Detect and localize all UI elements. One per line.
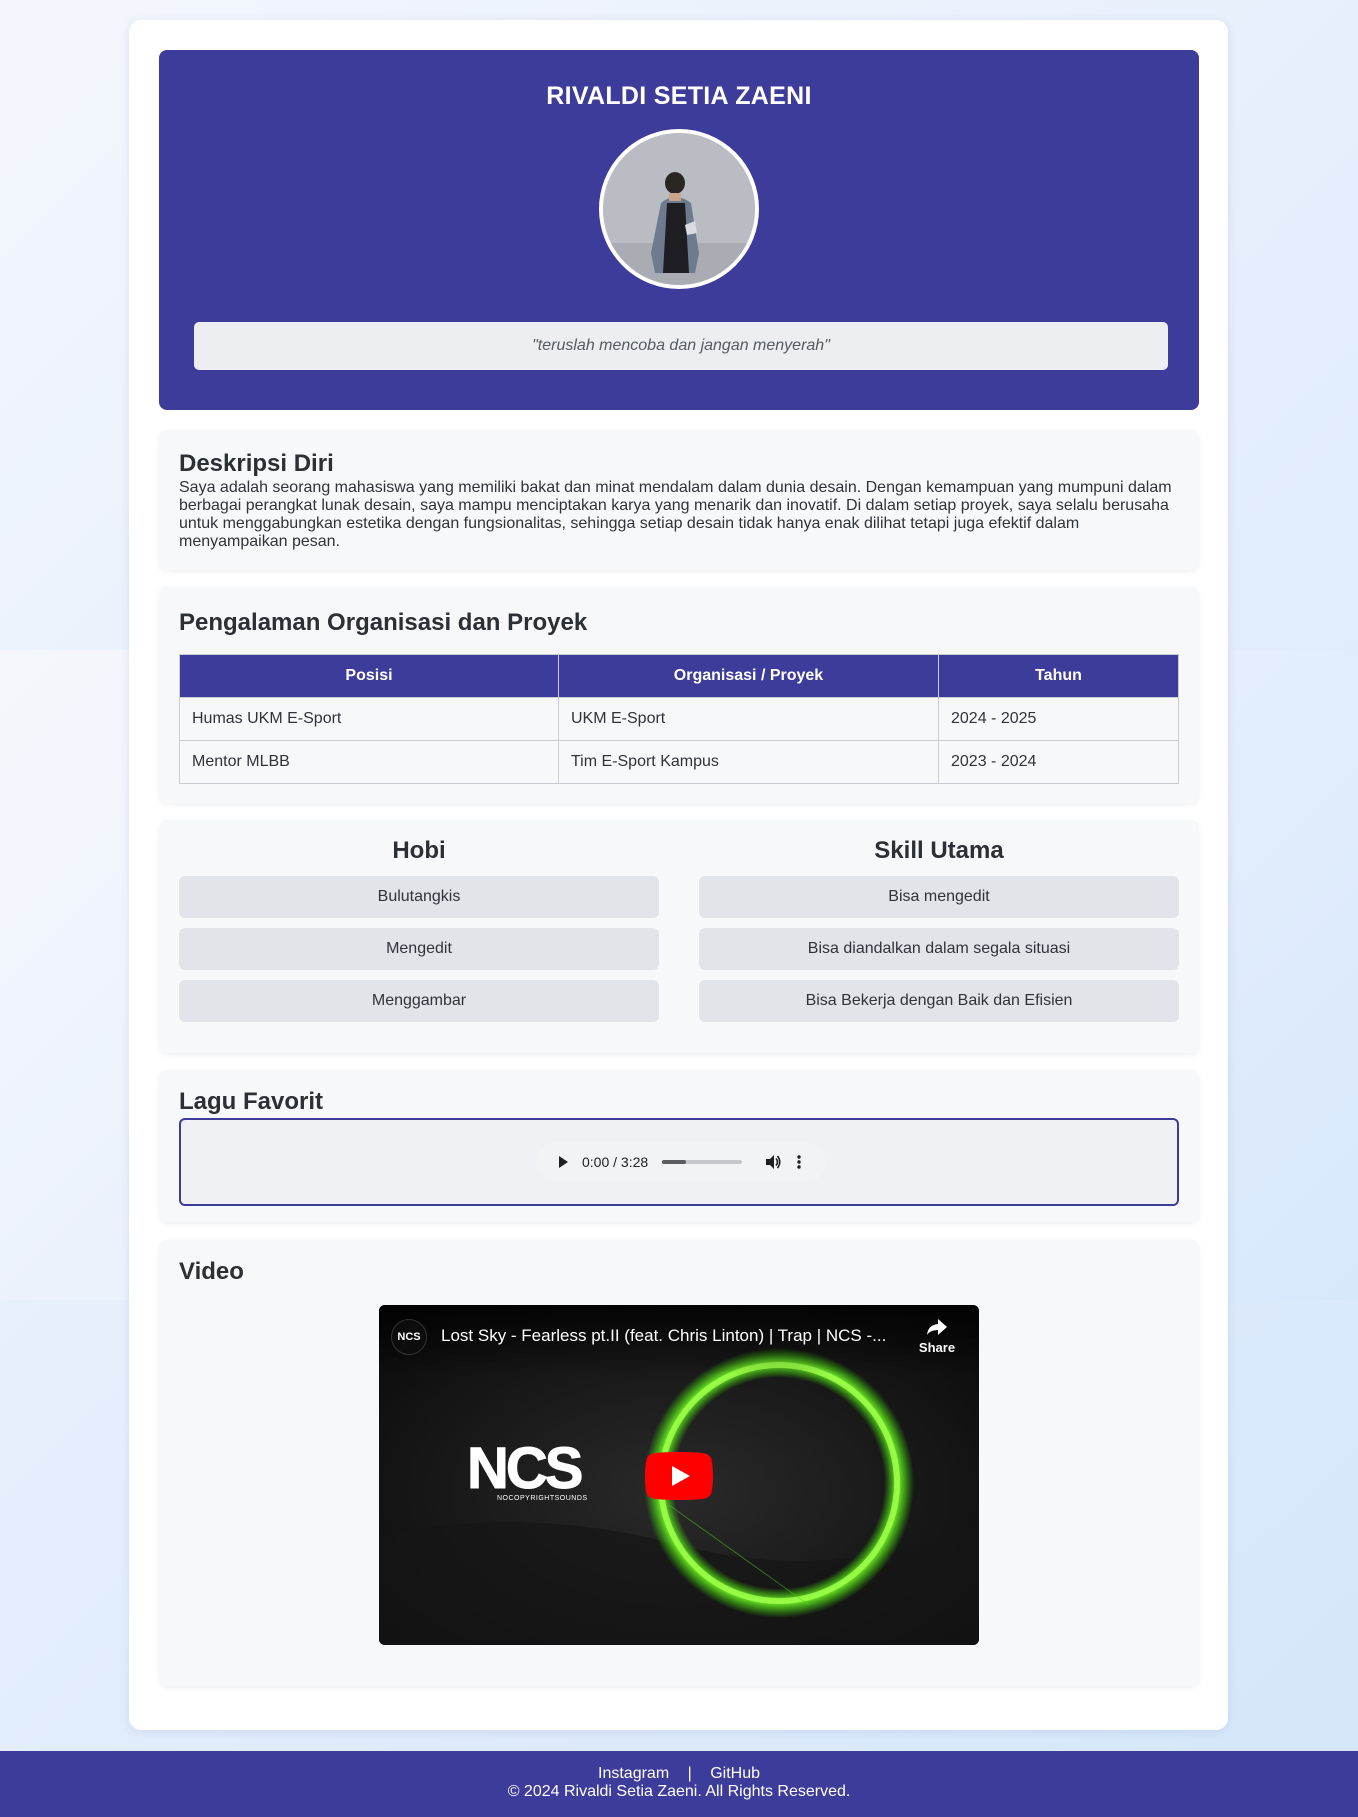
description-text: Saya adalah seorang mahasiswa yang memil…: [179, 479, 1172, 550]
github-link[interactable]: GitHub: [710, 1765, 760, 1782]
audio-player[interactable]: 0:00 / 3:28: [536, 1142, 826, 1182]
hobbies-column: Hobi Bulutangkis Mengedit Menggambar: [179, 837, 659, 1032]
profile-name: RIVALDI SETIA ZAENI: [546, 82, 812, 110]
table-cell: UKM E-Sport: [558, 697, 939, 741]
experience-section: Pengalaman Organisasi dan Proyek Posisi …: [159, 587, 1199, 803]
table-cell: Mentor MLBB: [179, 740, 559, 784]
quote: "teruslah mencoba dan jangan menyerah": [194, 322, 1168, 370]
video-section: Video NCS Lost Sky - Fearless pt.II (fea…: [159, 1240, 1199, 1686]
share-label: Share: [918, 1340, 956, 1355]
table-header-organization: Organisasi / Proyek: [558, 654, 939, 698]
play-icon[interactable]: [556, 1155, 570, 1169]
hobbies-title: Hobi: [392, 837, 446, 864]
video-embed-title[interactable]: Lost Sky - Fearless pt.II (feat. Chris L…: [441, 1326, 911, 1346]
skill-item: Bisa diandalkan dalam segala situasi: [699, 928, 1179, 970]
table-cell: 2023 - 2024: [938, 740, 1179, 784]
footer: Instagram | GitHub © 2024 Rivaldi Setia …: [0, 1751, 1358, 1817]
footer-links: Instagram | GitHub: [0, 1751, 1358, 1783]
table-header-position: Posisi: [179, 654, 559, 698]
more-options-icon[interactable]: [796, 1154, 802, 1170]
description-section: Deskripsi Diri Saya adalah seorang mahas…: [159, 430, 1199, 570]
experience-title: Pengalaman Organisasi dan Proyek: [179, 609, 588, 636]
audio-container: 0:00 / 3:28: [179, 1118, 1179, 1206]
table-cell: Tim E-Sport Kampus: [558, 740, 939, 784]
footer-separator: |: [687, 1765, 692, 1782]
profile-header: RIVALDI SETIA ZAENI "teruslah mencoba da…: [159, 50, 1199, 410]
audio-time: 0:00 / 3:28: [582, 1154, 649, 1170]
audio-progress-fill: [662, 1160, 687, 1164]
skills-column: Skill Utama Bisa mengedit Bisa diandalka…: [699, 837, 1179, 1032]
youtube-play-icon[interactable]: [645, 1452, 713, 1500]
ncs-logo-subtext: NOCOPYRIGHTSOUNDS: [497, 1495, 588, 1502]
copyright: © 2024 Rivaldi Setia Zaeni. All Rights R…: [507, 1783, 851, 1800]
instagram-link[interactable]: Instagram: [598, 1765, 669, 1782]
avatar-photo: [603, 133, 755, 285]
hobby-item: Menggambar: [179, 980, 659, 1022]
skill-item: Bisa mengedit: [699, 876, 1179, 918]
video-title: Video: [179, 1258, 244, 1285]
volume-icon[interactable]: [764, 1153, 782, 1171]
table-header-year: Tahun: [938, 654, 1179, 698]
ncs-logo-text: NCS: [467, 1436, 584, 1501]
hobby-item: Mengedit: [179, 928, 659, 970]
share-button[interactable]: Share: [907, 1317, 967, 1357]
description-title: Deskripsi Diri: [179, 450, 334, 477]
table-row: Mentor MLBB Tim E-Sport Kampus 2023 - 20…: [179, 740, 1179, 784]
table-cell: 2024 - 2025: [938, 697, 1179, 741]
table-header-row: Posisi Organisasi / Proyek Tahun: [179, 654, 1179, 698]
hobby-item: Bulutangkis: [179, 876, 659, 918]
hobbies-skills-section: Hobi Bulutangkis Mengedit Menggambar Ski…: [159, 820, 1199, 1053]
skills-title: Skill Utama: [874, 837, 1004, 864]
profile-card: RIVALDI SETIA ZAENI "teruslah mencoba da…: [129, 20, 1228, 1730]
table-row: Humas UKM E-Sport UKM E-Sport 2024 - 202…: [179, 697, 1179, 741]
experience-table: Posisi Organisasi / Proyek Tahun Humas U…: [179, 654, 1179, 784]
skill-item: Bisa Bekerja dengan Baik dan Efisien: [699, 980, 1179, 1022]
audio-progress-bar[interactable]: [662, 1160, 743, 1164]
share-icon: [907, 1317, 967, 1339]
video-embed[interactable]: NCS Lost Sky - Fearless pt.II (feat. Chr…: [379, 1305, 979, 1645]
table-cell: Humas UKM E-Sport: [179, 697, 559, 741]
music-section: Lagu Favorit 0:00 / 3:28: [159, 1070, 1199, 1222]
ncs-logo: NCS NOCOPYRIGHTSOUNDS: [467, 1436, 611, 1503]
music-title: Lagu Favorit: [179, 1088, 324, 1115]
avatar: [599, 129, 759, 289]
channel-avatar[interactable]: NCS: [391, 1319, 427, 1355]
